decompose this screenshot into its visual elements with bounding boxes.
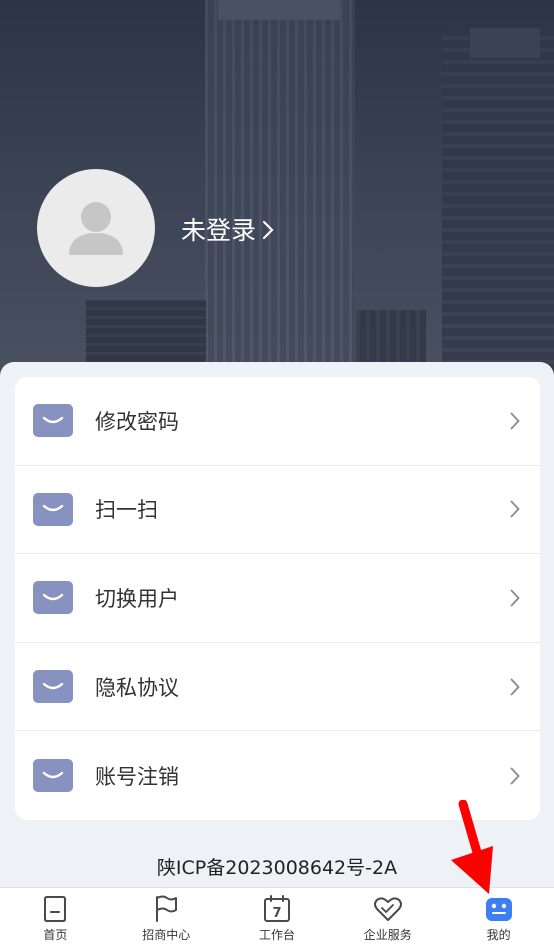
menu-item-privacy-policy[interactable]: 隐私协议	[15, 643, 540, 732]
avatar[interactable]	[37, 169, 155, 287]
chevron-right-icon	[262, 220, 274, 240]
calendar-badge: 7	[272, 906, 281, 921]
tab-label: 企业服务	[363, 928, 412, 942]
menu-item-label: 扫一扫	[95, 498, 158, 523]
icp-license-text[interactable]: 陕ICP备2023008642号-2A	[0, 853, 554, 880]
menu-item-label: 切换用户	[95, 586, 179, 611]
chevron-down-icon	[33, 581, 73, 615]
chevron-right-icon	[510, 678, 520, 695]
menu-item-label: 账号注销	[95, 764, 179, 789]
chevron-right-icon	[510, 589, 520, 607]
chevron-right-icon	[510, 767, 520, 785]
login-link[interactable]: 未登录	[181, 211, 274, 247]
tab-label: 我的	[486, 928, 511, 942]
login-label: 未登录	[181, 216, 257, 245]
content-panel: 修改密码 扫一扫 切换用户 隐私协议 账号注销 陕ICP备2023008642号…	[0, 362, 554, 948]
tab-label: 工作台	[258, 928, 295, 942]
tab-label: 首页	[43, 928, 68, 942]
chevron-right-icon	[510, 500, 520, 518]
profile-face-icon	[485, 898, 512, 921]
tab-investment-center[interactable]: 招商中心	[111, 888, 222, 948]
chevron-down-icon	[33, 404, 73, 438]
menu-card: 修改密码 扫一扫 切换用户 隐私协议 账号注销	[15, 377, 540, 820]
flag-icon	[156, 895, 178, 922]
menu-item-delete-account[interactable]: 账号注销	[15, 731, 540, 820]
menu-item-label: 修改密码	[95, 409, 179, 434]
calendar-icon: 7	[263, 895, 290, 922]
profile-header: 未登录	[0, 0, 554, 400]
bottom-tab-bar: 首页 招商中心 7 工作台 企业服务 我的	[0, 887, 554, 948]
tab-enterprise-services[interactable]: 企业服务	[332, 888, 443, 948]
menu-item-label: 隐私协议	[95, 675, 179, 700]
menu-item-scan[interactable]: 扫一扫	[15, 466, 540, 555]
heart-handshake-icon	[373, 897, 402, 921]
home-icon	[44, 896, 67, 922]
menu-item-switch-user[interactable]: 切换用户	[15, 554, 540, 643]
chevron-right-icon	[510, 412, 520, 430]
tab-home[interactable]: 首页	[0, 888, 111, 948]
chevron-down-icon	[33, 759, 73, 793]
tab-label: 招商中心	[142, 928, 191, 942]
menu-item-change-password[interactable]: 修改密码	[15, 377, 540, 466]
tab-mine[interactable]: 我的	[443, 888, 554, 948]
tab-workbench[interactable]: 7 工作台	[222, 888, 333, 948]
chevron-down-icon	[33, 670, 73, 704]
user-silhouette-icon	[69, 202, 123, 255]
chevron-down-icon	[33, 492, 73, 526]
